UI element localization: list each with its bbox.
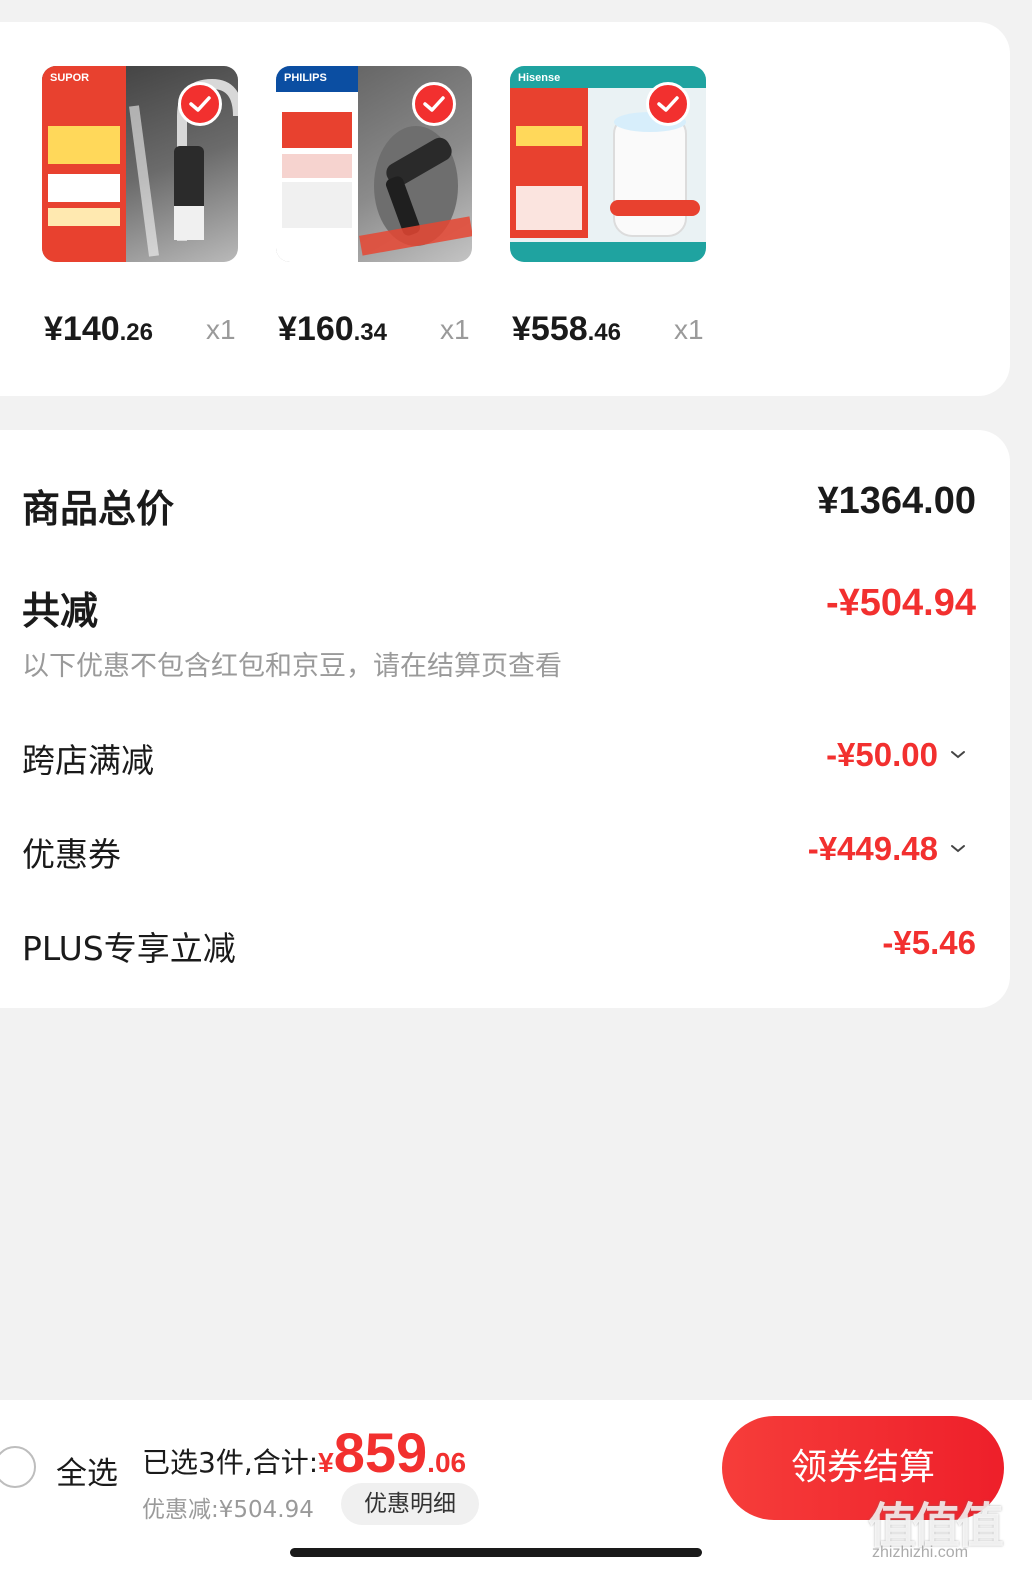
watermark-site: zhizhizhi.com: [872, 1544, 969, 1561]
total-amount-decimal: .06: [427, 1447, 467, 1478]
selected-summary: 已选3件,合计:¥859.06: [142, 1420, 466, 1485]
product-quantity: x1: [206, 314, 236, 345]
product-quantity: x1: [440, 314, 470, 345]
select-all-radio[interactable]: [0, 1446, 36, 1488]
coupon-value[interactable]: -¥449.48: [808, 830, 938, 868]
product-price: ¥140.26: [44, 310, 154, 348]
cross-store-discount-label[interactable]: 跨店满减: [22, 734, 154, 782]
total-price-value: ¥1364.00: [817, 480, 977, 522]
brand-label: PHILIPS: [284, 72, 327, 84]
chevron-down-icon[interactable]: [950, 750, 966, 760]
selected-products-card: SUPOR PHILIPS Hisense ¥140.26 x1 ¥160.34…: [0, 22, 1010, 396]
product-price: ¥558.46: [512, 310, 622, 348]
select-all-label[interactable]: 全选: [56, 1448, 118, 1493]
total-discount-label: 共减: [22, 589, 99, 633]
chevron-down-icon[interactable]: [950, 844, 966, 854]
plus-discount-value: -¥5.46: [882, 924, 976, 961]
product-thumbnail-water-heater[interactable]: SUPOR: [42, 66, 238, 262]
total-amount-integer: 859: [333, 1421, 428, 1484]
product-thumbnail-washing-machine[interactable]: Hisense: [510, 66, 706, 262]
selected-check-icon[interactable]: [412, 82, 456, 126]
total-discount-value: -¥504.94: [825, 582, 976, 624]
selected-count-text: 已选3件,合计:: [142, 1446, 319, 1479]
selected-check-icon[interactable]: [178, 82, 222, 126]
discount-note: 以下优惠不包含红包和京豆，请在结算页查看: [22, 651, 562, 682]
cross-store-discount-value[interactable]: -¥50.00: [826, 736, 938, 774]
product-price: ¥160.34: [278, 310, 388, 348]
currency-symbol: ¥: [318, 1447, 334, 1478]
product-thumbnail-massage-gun[interactable]: PHILIPS: [276, 66, 472, 262]
discount-amount-text: 优惠减:¥504.94: [142, 1497, 314, 1523]
plus-discount-label: PLUS专享立减: [22, 929, 236, 968]
product-quantity: x1: [674, 314, 704, 345]
coupon-label[interactable]: 优惠券: [22, 828, 121, 876]
brand-label: Hisense: [518, 72, 561, 84]
selected-check-icon[interactable]: [646, 82, 690, 126]
discount-details-button[interactable]: 优惠明细: [341, 1483, 479, 1525]
brand-label: SUPOR: [50, 72, 90, 84]
total-price-label: 商品总价: [22, 487, 175, 531]
home-indicator[interactable]: [290, 1548, 702, 1557]
price-summary-card: 商品总价 ¥1364.00 共减 -¥504.94 以下优惠不包含红包和京豆，请…: [0, 430, 1010, 1008]
